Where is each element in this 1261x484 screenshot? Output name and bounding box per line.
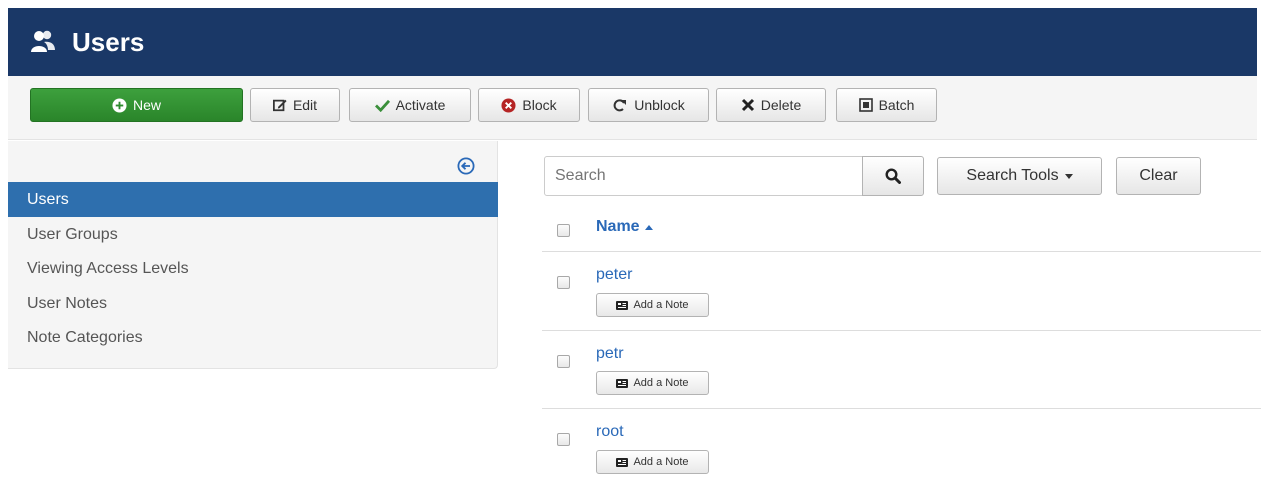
page-header: Users xyxy=(8,8,1257,76)
sidebar-item-user-notes[interactable]: User Notes xyxy=(8,286,498,321)
delete-label: Delete xyxy=(760,97,802,113)
search-button[interactable] xyxy=(862,156,924,196)
add-note-label: Add a Note xyxy=(633,377,689,389)
user-name-link[interactable]: peter xyxy=(596,266,632,284)
sidebar: Users User Groups Viewing Access Levels … xyxy=(8,141,498,369)
name-column-header[interactable]: Name xyxy=(596,218,653,236)
search-input[interactable] xyxy=(544,156,864,196)
sidebar-item-label: Users xyxy=(27,191,69,208)
new-label: New xyxy=(132,97,161,113)
row-checkbox[interactable] xyxy=(557,433,570,446)
activate-label: Activate xyxy=(395,97,446,113)
plus-circle-icon xyxy=(112,97,127,113)
row-divider xyxy=(542,251,1261,252)
select-all-checkbox[interactable] xyxy=(557,224,570,237)
search-icon xyxy=(885,168,901,184)
address-card-icon xyxy=(616,378,629,388)
toolbar: New Edit Activate Block Unblock Delete B… xyxy=(8,76,1257,140)
search-tools-label: Search Tools xyxy=(966,167,1059,184)
sidebar-item-label: Note Categories xyxy=(27,329,143,346)
row-checkbox[interactable] xyxy=(557,355,570,368)
block-label: Block xyxy=(522,97,557,113)
activate-button[interactable]: Activate xyxy=(349,88,471,122)
add-note-label: Add a Note xyxy=(633,456,689,468)
delete-button[interactable]: Delete xyxy=(716,88,826,122)
users-icon xyxy=(31,30,55,52)
edit-icon xyxy=(272,99,287,112)
row-checkbox[interactable] xyxy=(557,276,570,289)
sidebar-item-label: User Notes xyxy=(27,295,108,312)
edit-button[interactable]: Edit xyxy=(250,88,340,122)
sidebar-item-users[interactable]: Users xyxy=(8,182,498,217)
caret-down-icon xyxy=(1064,173,1073,179)
block-button[interactable]: Block xyxy=(478,88,580,122)
checkmark-icon xyxy=(374,99,390,112)
address-card-icon xyxy=(616,457,629,467)
edit-label: Edit xyxy=(292,97,318,113)
unblock-button[interactable]: Unblock xyxy=(588,88,709,122)
add-note-button[interactable]: Add a Note xyxy=(596,371,709,395)
add-note-button[interactable]: Add a Note xyxy=(596,450,709,474)
close-icon xyxy=(741,98,754,112)
search-tools-button[interactable]: Search Tools xyxy=(937,157,1102,195)
batch-label: Batch xyxy=(878,97,915,113)
redo-icon xyxy=(613,99,627,112)
user-name-link[interactable]: petr xyxy=(596,345,624,363)
add-note-label: Add a Note xyxy=(633,299,689,311)
sidebar-item-label: Viewing Access Levels xyxy=(27,260,189,277)
unblock-label: Unblock xyxy=(634,97,685,113)
batch-button[interactable]: Batch xyxy=(836,88,937,122)
clear-label: Clear xyxy=(1139,167,1178,184)
address-card-icon xyxy=(616,300,629,310)
sidebar-item-user-groups[interactable]: User Groups xyxy=(8,217,498,252)
sidebar-item-note-categories[interactable]: Note Categories xyxy=(8,320,498,355)
add-note-button[interactable]: Add a Note xyxy=(596,293,709,317)
row-divider xyxy=(542,408,1261,409)
block-icon xyxy=(501,97,516,113)
collapse-left-icon[interactable] xyxy=(457,157,475,175)
user-name-link[interactable]: root xyxy=(596,423,624,441)
sidebar-item-viewing-access-levels[interactable]: Viewing Access Levels xyxy=(8,251,498,286)
sidebar-item-label: User Groups xyxy=(27,226,118,243)
sort-ascending-icon xyxy=(644,224,653,230)
batch-icon xyxy=(858,98,873,112)
page-title: Users xyxy=(72,26,145,57)
new-button[interactable]: New xyxy=(30,88,243,122)
row-divider xyxy=(542,330,1261,331)
clear-button[interactable]: Clear xyxy=(1116,157,1201,195)
name-column-label: Name xyxy=(596,218,640,235)
